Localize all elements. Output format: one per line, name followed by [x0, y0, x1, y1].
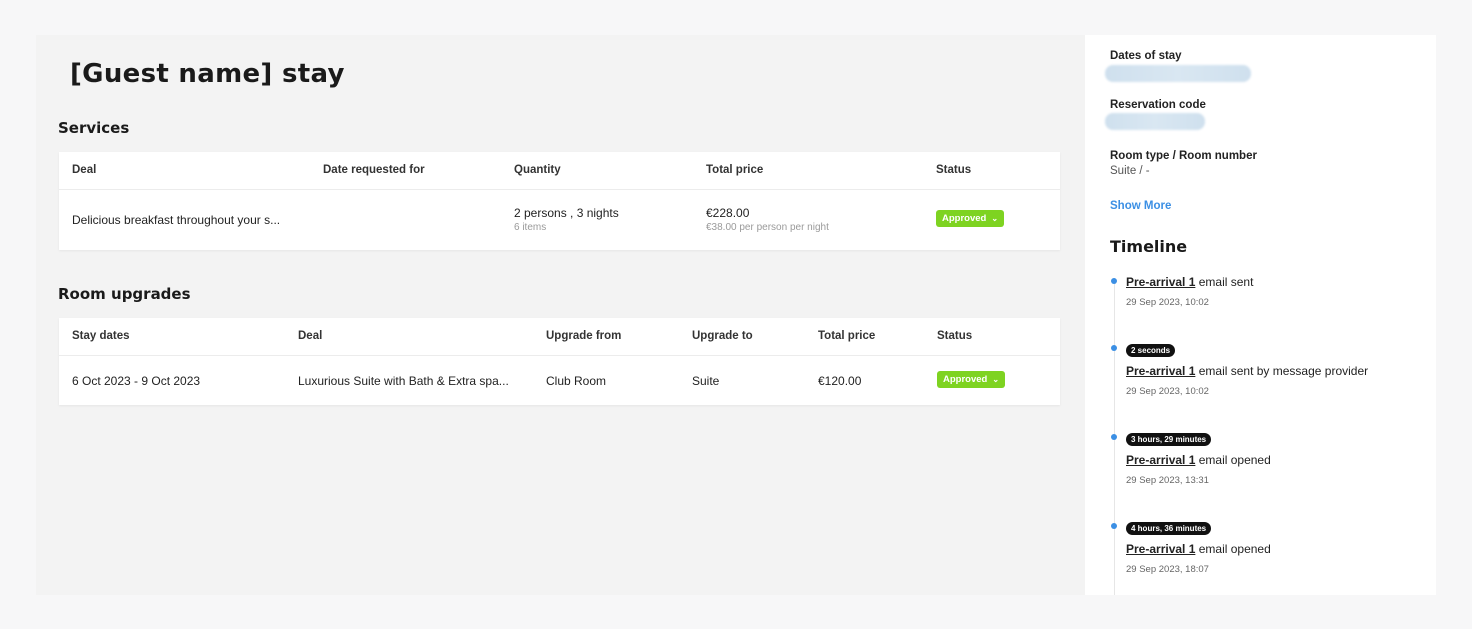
- room-upgrades-table: Stay dates Deal Upgrade from Upgrade to …: [59, 318, 1060, 405]
- reservation-sidebar: Dates of stay Reservation code Room type…: [1085, 35, 1436, 595]
- service-status: Approved ⌄: [936, 210, 1005, 227]
- services-table: Deal Date requested for Quantity Total p…: [59, 152, 1060, 250]
- room-type-label: Room type / Room number: [1110, 150, 1257, 162]
- timeline-event-action: email opened: [1195, 453, 1271, 467]
- timeline-dot-icon: [1111, 523, 1117, 529]
- timeline-event-text: Pre-arrival 1 email sent: [1126, 275, 1253, 289]
- show-more-link[interactable]: Show More: [1110, 200, 1171, 212]
- service-total-breakdown: €38.00 per person per night: [706, 222, 829, 233]
- upgrade-stay-dates: 6 Oct 2023 - 9 Oct 2023: [72, 374, 201, 388]
- elapsed-time-badge: 3 hours, 29 minutes: [1126, 433, 1212, 446]
- service-quantity-items: 6 items: [514, 222, 547, 233]
- column-header-status[interactable]: Status: [936, 164, 971, 176]
- timeline-event-time: 29 Sep 2023, 18:07: [1126, 564, 1209, 575]
- pre-arrival-link[interactable]: Pre-arrival 1: [1126, 275, 1195, 289]
- services-title: Services: [58, 119, 130, 137]
- service-deal: Delicious breakfast throughout your s...: [72, 213, 281, 227]
- pre-arrival-link[interactable]: Pre-arrival 1: [1126, 542, 1195, 556]
- timeline-event-text: Pre-arrival 1 email opened: [1126, 453, 1271, 467]
- status-badge[interactable]: Approved ⌄: [936, 210, 1005, 227]
- column-header-upgrade-to[interactable]: Upgrade to: [692, 330, 753, 342]
- dates-of-stay-label: Dates of stay: [1110, 50, 1182, 62]
- timeline-event-action: email opened: [1195, 542, 1271, 556]
- timeline-event-text: Pre-arrival 1 email opened: [1126, 542, 1271, 556]
- page-title: [Guest name] stay: [70, 59, 345, 89]
- timeline-dot-icon: [1111, 434, 1117, 440]
- elapsed-time-badge: 2 seconds: [1126, 344, 1176, 357]
- pre-arrival-link[interactable]: Pre-arrival 1: [1126, 364, 1195, 378]
- timeline-dot-icon: [1111, 345, 1117, 351]
- pre-arrival-link[interactable]: Pre-arrival 1: [1126, 453, 1195, 467]
- upgrade-from: Club Room: [546, 374, 607, 388]
- room-upgrades-title: Room upgrades: [58, 285, 191, 303]
- column-header-date-requested[interactable]: Date requested for: [323, 164, 425, 176]
- room-type-value: Suite / -: [1110, 165, 1150, 177]
- service-quantity-value: 2 persons , 3 nights: [514, 206, 619, 220]
- timeline-title: Timeline: [1110, 237, 1188, 256]
- column-header-deal[interactable]: Deal: [72, 164, 96, 176]
- upgrade-total-price: €120.00: [818, 374, 862, 388]
- service-total-price: €228.00: [706, 206, 750, 220]
- column-header-deal[interactable]: Deal: [298, 330, 322, 342]
- reservation-code-label: Reservation code: [1110, 99, 1206, 111]
- column-header-stay-dates[interactable]: Stay dates: [72, 330, 130, 342]
- status-label: Approved: [942, 213, 987, 224]
- reservation-code-redacted: [1105, 113, 1205, 130]
- table-row[interactable]: Delicious breakfast throughout your s...…: [59, 190, 1060, 250]
- app-frame: [Guest name] stay Services Deal Date req…: [36, 35, 1436, 595]
- timeline-event-time: 29 Sep 2023, 10:02: [1126, 297, 1209, 308]
- upgrade-to: Suite: [692, 374, 720, 388]
- status-label: Approved: [943, 374, 988, 385]
- dates-of-stay-redacted: [1105, 65, 1251, 82]
- timeline-dot-icon: [1111, 278, 1117, 284]
- column-header-total-price[interactable]: Total price: [818, 330, 875, 342]
- upgrade-status: Approved ⌄: [937, 371, 1006, 388]
- services-table-header: Deal Date requested for Quantity Total p…: [59, 152, 1060, 190]
- upgrade-deal: Luxurious Suite with Bath & Extra spa...: [298, 374, 509, 388]
- column-header-upgrade-from[interactable]: Upgrade from: [546, 330, 621, 342]
- timeline-event-action: email sent by message provider: [1195, 364, 1369, 378]
- chevron-down-icon: ⌄: [992, 375, 1000, 384]
- service-total: €228.00 €38.00 per person per night: [706, 206, 829, 233]
- main-content: [Guest name] stay Services Deal Date req…: [36, 35, 1085, 595]
- timeline-event-time: 29 Sep 2023, 10:02: [1126, 386, 1209, 397]
- chevron-down-icon: ⌄: [991, 214, 999, 223]
- column-header-total-price[interactable]: Total price: [706, 164, 763, 176]
- service-quantity: 2 persons , 3 nights 6 items: [514, 206, 619, 233]
- column-header-quantity[interactable]: Quantity: [514, 164, 561, 176]
- timeline-event-action: email sent: [1195, 275, 1254, 289]
- status-badge[interactable]: Approved ⌄: [937, 371, 1006, 388]
- timeline-event-text: Pre-arrival 1 email sent by message prov…: [1126, 364, 1368, 378]
- timeline-event-time: 29 Sep 2023, 13:31: [1126, 475, 1209, 486]
- room-upgrades-table-header: Stay dates Deal Upgrade from Upgrade to …: [59, 318, 1060, 356]
- table-row[interactable]: 6 Oct 2023 - 9 Oct 2023 Luxurious Suite …: [59, 356, 1060, 405]
- column-header-status[interactable]: Status: [937, 330, 972, 342]
- elapsed-time-badge: 4 hours, 36 minutes: [1126, 522, 1212, 535]
